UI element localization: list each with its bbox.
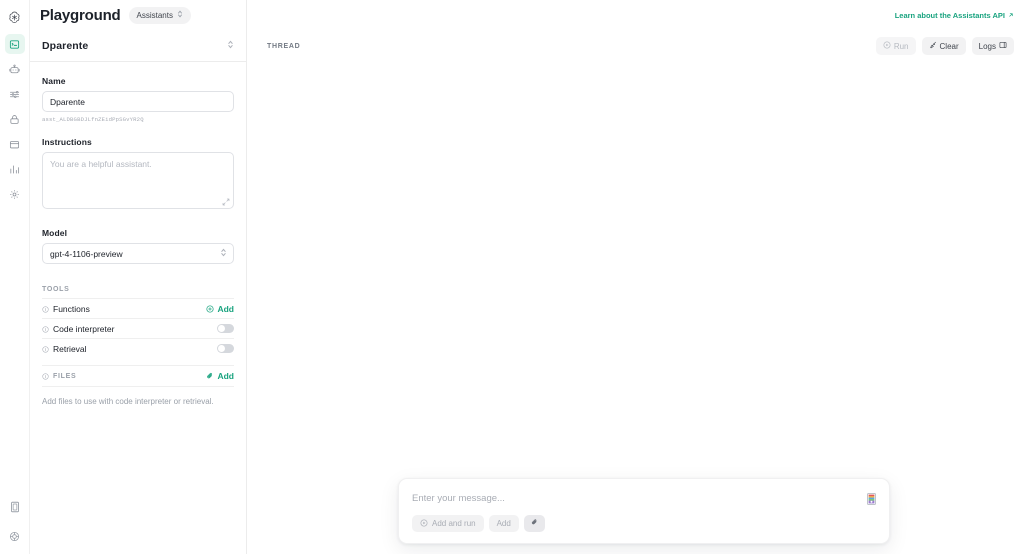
play-circle-icon: [883, 41, 891, 51]
sidebar-item-settings[interactable]: [5, 184, 25, 204]
composer-input-row: [412, 492, 876, 505]
paperclip-icon: [531, 518, 538, 529]
add-label: Add: [217, 371, 234, 381]
retrieval-toggle[interactable]: [217, 344, 234, 353]
name-label: Name: [42, 76, 66, 86]
password-manager-icon[interactable]: [867, 492, 876, 505]
run-button-label: Run: [893, 41, 909, 51]
thread-bar: THREAD Run Clear Logs: [247, 30, 1024, 62]
icon-rail: [0, 0, 30, 554]
main-area: Learn about the Assistants API THREAD Ru…: [247, 0, 1024, 554]
tool-row-functions: Functions Add: [42, 298, 234, 318]
tool-row-retrieval: Retrieval: [42, 338, 234, 358]
clear-button-label: Clear: [939, 41, 959, 51]
files-label-group: FILES: [42, 367, 76, 385]
tool-label: Code interpreter: [53, 323, 115, 334]
openai-logo: [4, 6, 26, 28]
sidebar-item-assistants[interactable]: [5, 59, 25, 79]
tool-label-group: Functions: [42, 300, 90, 318]
model-label: Model: [42, 228, 68, 238]
sidebar-item-help[interactable]: [5, 526, 25, 546]
sidebar-item-fine-tuning[interactable]: [5, 84, 25, 104]
sidebar-item-api-keys[interactable]: [5, 109, 25, 129]
play-circle-icon: [420, 519, 428, 529]
tool-label-group: Code interpreter: [42, 320, 114, 338]
add-and-run-label: Add and run: [432, 519, 476, 528]
learn-link-label: Learn about the Assistants API: [894, 10, 1005, 20]
rail-items: [4, 34, 25, 204]
files-section-header: FILES Add: [42, 365, 234, 387]
add-label: Add: [217, 303, 234, 314]
paperclip-icon: [206, 367, 214, 385]
assistant-selector[interactable]: Dparente: [30, 30, 246, 62]
tools-caption: TOOLS: [42, 286, 70, 293]
instructions-wrapper: [42, 152, 234, 214]
chevron-updown-icon: [177, 9, 183, 21]
assistant-config-panel: Dparente Name asst_ALDBGBDJLfnZEidPpSGvY…: [30, 0, 247, 554]
assistant-selector-value: Dparente: [42, 39, 89, 52]
attach-file-button[interactable]: [523, 515, 545, 532]
info-icon[interactable]: [42, 320, 49, 338]
message-input[interactable]: [412, 492, 832, 505]
add-button-label: Add: [496, 519, 511, 528]
chevron-updown-icon: [227, 37, 234, 55]
add-and-run-button[interactable]: Add and run: [412, 515, 484, 532]
tool-label: Retrieval: [53, 343, 87, 354]
rail-bottom-items: [5, 497, 25, 546]
code-interpreter-toggle[interactable]: [217, 324, 234, 333]
sidebar-item-usage[interactable]: [5, 159, 25, 179]
thread-caption: THREAD: [267, 42, 301, 50]
top-bar: Learn about the Assistants API: [247, 0, 1024, 30]
files-add-button[interactable]: Add: [206, 367, 234, 385]
model-select-value: gpt-4-1106-preview: [50, 248, 123, 259]
clear-button[interactable]: Clear: [921, 37, 966, 55]
external-link-icon: [1008, 11, 1014, 20]
files-hint: Add files to use with code interpreter o…: [42, 397, 214, 406]
mode-selector-label: Assistants: [136, 10, 173, 20]
assistant-id: asst_ALDBGBDJLfnZEidPpSGvYR2Q: [42, 116, 144, 123]
composer-buttons: Add and run Add: [412, 515, 876, 532]
playground-app: Dparente Name asst_ALDBGBDJLfnZEidPpSGvY…: [0, 0, 1024, 554]
add-button[interactable]: Add: [488, 515, 519, 532]
panel-right-icon: [999, 41, 1007, 51]
plus-circle-icon: [206, 300, 215, 318]
chevron-updown-icon: [220, 247, 227, 260]
mode-selector[interactable]: Assistants: [128, 6, 191, 24]
info-icon[interactable]: [42, 300, 49, 318]
run-button[interactable]: Run: [875, 37, 916, 55]
tool-label: Functions: [53, 303, 90, 314]
page-header: Playground Assistants: [30, 0, 191, 30]
learn-assistants-api-link[interactable]: Learn about the Assistants API: [895, 11, 1014, 20]
sidebar-item-files[interactable]: [5, 134, 25, 154]
name-input[interactable]: [42, 91, 234, 112]
instructions-textarea[interactable]: [42, 152, 234, 209]
info-icon[interactable]: [42, 367, 49, 385]
sidebar-item-playground[interactable]: [4, 34, 25, 54]
tool-row-code-interpreter: Code interpreter: [42, 318, 234, 338]
model-select[interactable]: gpt-4-1106-preview: [42, 243, 234, 264]
sidebar-item-docs[interactable]: [5, 497, 25, 517]
files-caption: FILES: [53, 372, 77, 380]
logs-button-label: Logs: [978, 41, 996, 51]
info-icon[interactable]: [42, 340, 49, 358]
instructions-label: Instructions: [42, 137, 92, 147]
thread-message-area: Add and run Add: [247, 62, 1024, 554]
tool-label-group: Retrieval: [42, 340, 87, 358]
message-composer: Add and run Add: [398, 478, 890, 544]
broom-icon: [929, 41, 937, 51]
logs-button[interactable]: Logs: [971, 37, 1014, 55]
functions-add-button[interactable]: Add: [206, 300, 234, 318]
thread-actions: Run Clear Logs: [875, 37, 1014, 55]
page-title: Playground: [40, 6, 121, 24]
